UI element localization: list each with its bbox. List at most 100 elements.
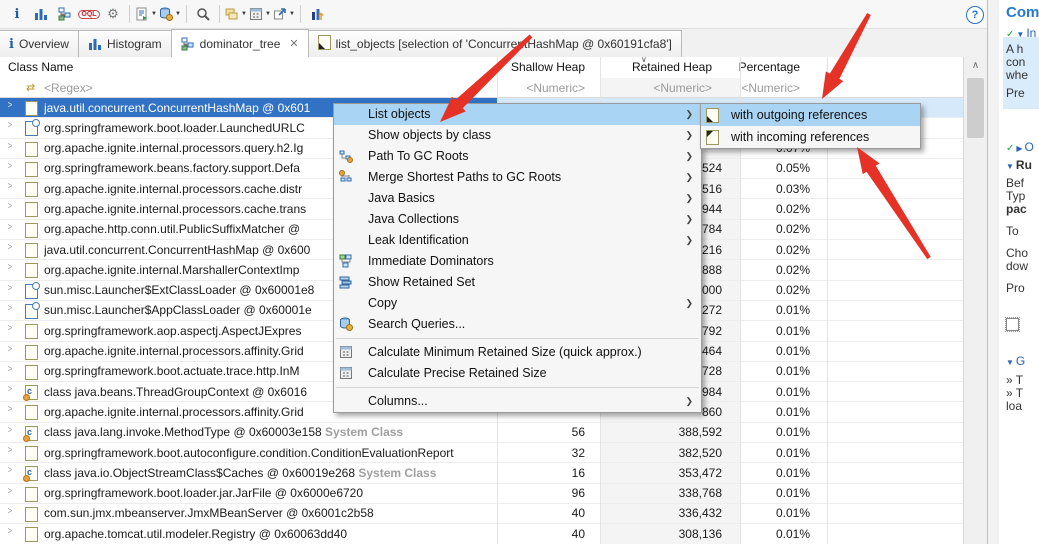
open-report-icon[interactable]: ▼: [135, 3, 157, 25]
settings-gear-icon[interactable]: ⚙: [102, 3, 124, 25]
tab-close-icon[interactable]: ✕: [289, 37, 298, 50]
column-header-shallow-heap[interactable]: Shallow Heap: [465, 60, 585, 74]
main-toolbar: i OQL⚙ ▼ ▼ ▼ ▼ ▼: [0, 0, 1039, 29]
submenu-arrow-icon: ❯: [685, 293, 693, 314]
chevron-down-icon[interactable]: ▼: [1006, 358, 1014, 367]
expand-chevron-icon[interactable]: >: [8, 526, 13, 537]
expand-chevron-icon[interactable]: >: [8, 222, 13, 233]
menu-item-merge-shortest-paths-to-gc-roots[interactable]: Merge Shortest Paths to GC Roots❯: [334, 167, 701, 188]
oql-icon[interactable]: OQL: [78, 3, 100, 25]
submenu-arrow-icon: ❯: [685, 391, 693, 412]
dropdown-caret-icon[interactable]: ▼: [175, 11, 181, 17]
expand-chevron-icon[interactable]: >: [8, 303, 13, 314]
tab-list_objects[interactable]: list_objects [selection of 'ConcurrentHa…: [308, 30, 682, 57]
system-class-badge: System Class: [322, 425, 403, 439]
scrollbar-thumb[interactable]: [967, 78, 984, 138]
percentage-value: 0.03%: [735, 182, 810, 196]
submenu-item-with-incoming-references[interactable]: with incoming references: [701, 126, 920, 148]
expand-chevron-icon[interactable]: >: [8, 465, 13, 476]
tab-overview[interactable]: iOverview: [0, 30, 79, 57]
cheatsheet-line: Bef: [1006, 176, 1024, 190]
menu-item-calculate-minimum-retained-size-quick-approx[interactable]: Calculate Minimum Retained Size (quick a…: [334, 342, 701, 363]
cheatsheet-line[interactable]: ▼G: [1006, 354, 1025, 368]
scrollbar-up-icon[interactable]: ∧: [964, 57, 987, 76]
search-queries-icon: [339, 317, 353, 331]
toolbar-separator: [219, 5, 220, 23]
table-row[interactable]: >com.sun.jmx.mbeanserver.JmxMBeanServer …: [0, 504, 963, 524]
retained-heap-value: 308,136: [605, 527, 722, 541]
cheatsheet-line: whe: [1006, 68, 1028, 82]
expand-chevron-icon[interactable]: >: [8, 384, 13, 395]
cheatsheet-line[interactable]: ✓▼In: [1006, 26, 1036, 40]
expand-chevron-icon[interactable]: >: [8, 323, 13, 334]
histogram-icon[interactable]: [30, 3, 52, 25]
submenu-item-with-outgoing-references[interactable]: with outgoing references: [701, 104, 920, 126]
dropdown-caret-icon[interactable]: ▼: [265, 11, 271, 17]
expand-chevron-icon[interactable]: >: [8, 486, 13, 497]
menu-item-leak-identification[interactable]: Leak Identification❯: [334, 230, 701, 251]
dropdown-caret-icon[interactable]: ▼: [151, 11, 157, 17]
help-icon[interactable]: ?: [966, 6, 984, 24]
menu-item-label: Show objects by class: [368, 128, 491, 142]
expand-chevron-icon[interactable]: >: [8, 262, 13, 273]
calculate-retained-icon[interactable]: ▼: [249, 3, 271, 25]
table-row[interactable]: >cclass java.io.ObjectStreamClass$Caches…: [0, 463, 963, 483]
chevron-down-icon[interactable]: ▼: [1016, 30, 1024, 39]
dominator-tree-icon[interactable]: [54, 3, 76, 25]
cheatsheet-line: Pre: [1006, 86, 1025, 100]
menu-item-java-collections[interactable]: Java Collections❯: [334, 209, 701, 230]
query-browser-icon[interactable]: ▼: [159, 3, 181, 25]
tab-dominator_tree[interactable]: dominator_tree✕: [171, 29, 309, 57]
menu-item-show-objects-by-class[interactable]: Show objects by class❯: [334, 125, 701, 146]
menu-item-java-basics[interactable]: Java Basics❯: [334, 188, 701, 209]
expand-chevron-icon[interactable]: >: [8, 141, 13, 152]
menu-item-show-retained-set[interactable]: Show Retained Set: [334, 272, 701, 293]
column-header-class-name[interactable]: Class Name: [8, 60, 73, 74]
menu-item-copy[interactable]: Copy❯: [334, 293, 701, 314]
cheatsheet-line[interactable]: [1006, 318, 1019, 334]
cheatsheet-text: Pro: [1006, 281, 1025, 295]
expand-chevron-icon[interactable]: >: [8, 120, 13, 131]
percentage-value: 0.01%: [735, 506, 810, 520]
compare-icon[interactable]: [306, 3, 328, 25]
menu-item-calculate-precise-retained-size[interactable]: Calculate Precise Retained Size: [334, 363, 701, 384]
expand-chevron-icon[interactable]: >: [8, 161, 13, 172]
menu-item-path-to-gc-roots[interactable]: Path To GC Roots❯: [334, 146, 701, 167]
cheatsheet-title: Com: [1006, 4, 1039, 21]
menu-item-list-objects[interactable]: List objects❯: [334, 104, 701, 125]
filter-class-name[interactable]: <Regex>: [44, 81, 93, 95]
expand-chevron-icon[interactable]: >: [8, 404, 13, 415]
menu-item-search-queries[interactable]: Search Queries...: [334, 314, 701, 335]
expand-chevron-icon[interactable]: >: [8, 344, 13, 355]
cheatsheet-line[interactable]: ✓▶O: [1006, 140, 1034, 154]
expand-chevron-icon[interactable]: >: [8, 364, 13, 375]
expand-chevron-icon[interactable]: >: [8, 506, 13, 517]
expand-chevron-icon[interactable]: >: [8, 181, 13, 192]
object-icon: [25, 324, 38, 342]
chevron-right-icon[interactable]: ▶: [1016, 144, 1022, 153]
grouping-icon[interactable]: ▼: [225, 3, 247, 25]
expand-chevron-icon[interactable]: >: [8, 242, 13, 253]
cheatsheet-line[interactable]: ▼Ru: [1006, 158, 1032, 172]
menu-item-immediate-dominators[interactable]: Immediate Dominators: [334, 251, 701, 272]
expand-chevron-icon[interactable]: >: [8, 100, 13, 111]
info-icon[interactable]: i: [6, 3, 28, 25]
table-row[interactable]: >org.springframework.boot.loader.jar.Jar…: [0, 484, 963, 504]
dropdown-caret-icon[interactable]: ▼: [289, 11, 295, 17]
expand-chevron-icon[interactable]: >: [8, 425, 13, 436]
expand-chevron-icon[interactable]: >: [8, 283, 13, 294]
tab-histogram[interactable]: Histogram: [78, 30, 172, 57]
table-row[interactable]: >cclass java.lang.invoke.MethodType @ 0x…: [0, 423, 963, 443]
expand-chevron-icon[interactable]: >: [8, 445, 13, 456]
export-icon[interactable]: ▼: [273, 3, 295, 25]
table-row[interactable]: >org.apache.tomcat.util.modeler.Registry…: [0, 524, 963, 544]
menu-item-columns[interactable]: Columns...❯: [334, 391, 701, 412]
chevron-down-icon[interactable]: ▼: [1006, 162, 1014, 171]
dropdown-caret-icon[interactable]: ▼: [241, 11, 247, 17]
expand-chevron-icon[interactable]: >: [8, 201, 13, 212]
vertical-scrollbar[interactable]: ∧: [963, 57, 987, 544]
table-row[interactable]: >org.springframework.boot.autoconfigure.…: [0, 443, 963, 463]
search-icon[interactable]: [192, 3, 214, 25]
percentage-value: 0.02%: [735, 263, 810, 277]
filter-shallow-heap[interactable]: <Numeric>: [465, 81, 585, 95]
